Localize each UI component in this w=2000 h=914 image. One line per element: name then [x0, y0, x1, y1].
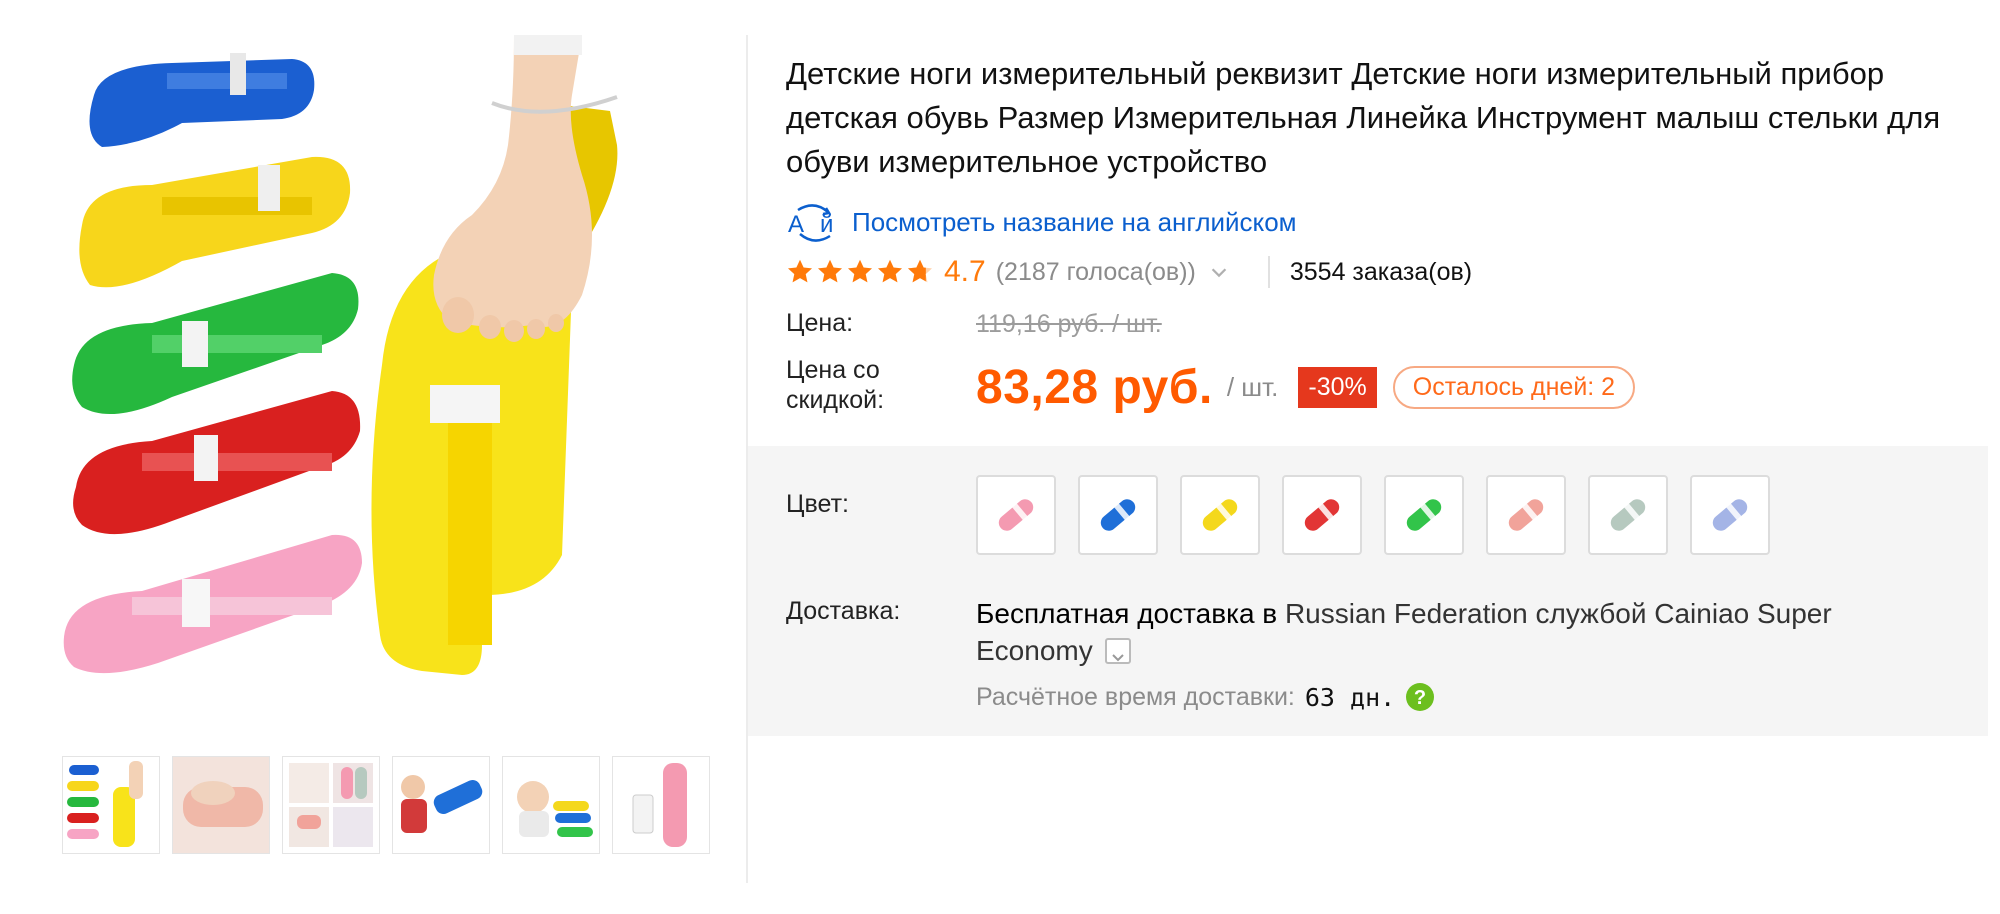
color-swatch-pink[interactable] — [976, 475, 1056, 555]
chevron-down-icon — [1111, 653, 1124, 662]
svg-text:?: ? — [1414, 687, 1426, 709]
foot-ruler-icon — [1202, 499, 1238, 531]
main-product-image[interactable] — [62, 35, 746, 715]
foot-ruler-icon — [1406, 499, 1442, 531]
delivery-info: Бесплатная доставка в Russian Federation… — [976, 595, 1896, 669]
translate-row: А й Посмотреть название на английском — [786, 202, 1297, 242]
original-price: 119,16 руб. / шт. — [976, 310, 1162, 338]
svg-text:й: й — [820, 211, 833, 238]
thumbnail[interactable] — [502, 756, 600, 854]
thumbnail-image — [67, 761, 143, 847]
delivery-eta-value: 63 дн. — [1304, 682, 1396, 712]
color-swatch-grey-green[interactable] — [1588, 475, 1668, 555]
thumbnail-image — [517, 781, 593, 837]
discount-price-label: Цена со скидкой: — [786, 356, 885, 414]
product-gallery — [0, 0, 748, 890]
price-label: Цена: — [786, 309, 854, 337]
thumbnail-image — [173, 757, 269, 853]
color-swatch-blue[interactable] — [1078, 475, 1158, 555]
color-swatch-green[interactable] — [1384, 475, 1464, 555]
star-full-icon — [847, 259, 873, 283]
rating-stars — [786, 258, 936, 286]
foot-ruler-icon — [1304, 499, 1340, 531]
thumbnail[interactable] — [62, 756, 160, 854]
color-swatch-salmon[interactable] — [1486, 475, 1566, 555]
delivery-options-dropdown[interactable] — [1104, 637, 1131, 664]
price-unit: / шт. — [1226, 371, 1279, 402]
thumbnail-image — [289, 763, 373, 847]
color-swatch-red[interactable] — [1282, 475, 1362, 555]
star-full-icon — [817, 259, 843, 283]
star-partial-icon — [907, 259, 933, 283]
votes-count[interactable]: (2187 голоса(ов)) — [996, 258, 1196, 287]
thumbnail[interactable] — [612, 756, 710, 854]
orders-count: 3554 заказа(ов) — [1289, 257, 1473, 286]
discount-badge: -30% — [1298, 366, 1377, 408]
sale-price-row: 83,28 руб. / шт. -30% Осталось дней: 2 — [976, 352, 1636, 422]
days-left-badge: Осталось дней: 2 — [1392, 365, 1636, 409]
color-label: Цвет: — [786, 490, 849, 518]
star-full-icon — [787, 259, 813, 283]
foot-measuring-rulers-illustration — [63, 35, 618, 675]
delivery-eta-label: Расчётное время доставки: — [976, 682, 1295, 711]
rating-value: 4.7 — [944, 255, 986, 288]
delivery-eta-row: Расчётное время доставки: 63 дн. ? — [976, 679, 1435, 715]
foot-ruler-icon — [1100, 499, 1136, 531]
thumbnail[interactable] — [282, 756, 380, 854]
foot-ruler-icon — [1508, 499, 1544, 531]
foot-ruler-icon — [1610, 499, 1646, 531]
color-swatch-lavender[interactable] — [1690, 475, 1770, 555]
color-swatch-yellow[interactable] — [1180, 475, 1260, 555]
rating-row: 4.7 (2187 голоса(ов)) 3554 заказа(ов) — [786, 250, 1472, 294]
view-english-title-link[interactable]: Посмотреть название на английском — [852, 207, 1297, 238]
thumbnail[interactable] — [392, 756, 490, 854]
sale-price: 83,28 руб. — [976, 360, 1213, 414]
thumbnail-strip — [62, 756, 722, 858]
thumbnail[interactable] — [172, 756, 270, 854]
product-title: Детские ноги измерительный реквизит Детс… — [786, 56, 1941, 179]
rating-divider — [1267, 256, 1270, 288]
delivery-label: Доставка: — [786, 597, 901, 625]
delivery-lead: Бесплатная доставка в — [976, 598, 1278, 629]
translate-icon[interactable]: А й — [786, 202, 842, 242]
product-info: Детские ноги измерительный реквизит Детс… — [748, 0, 2000, 914]
chevron-down-icon[interactable] — [1208, 261, 1230, 283]
foot-ruler-icon — [1712, 499, 1748, 531]
thumbnail-image — [632, 763, 687, 847]
thumbnail-image — [401, 775, 483, 833]
foot-ruler-icon — [998, 499, 1034, 531]
star-full-icon — [877, 259, 903, 283]
help-icon[interactable]: ? — [1405, 682, 1435, 712]
